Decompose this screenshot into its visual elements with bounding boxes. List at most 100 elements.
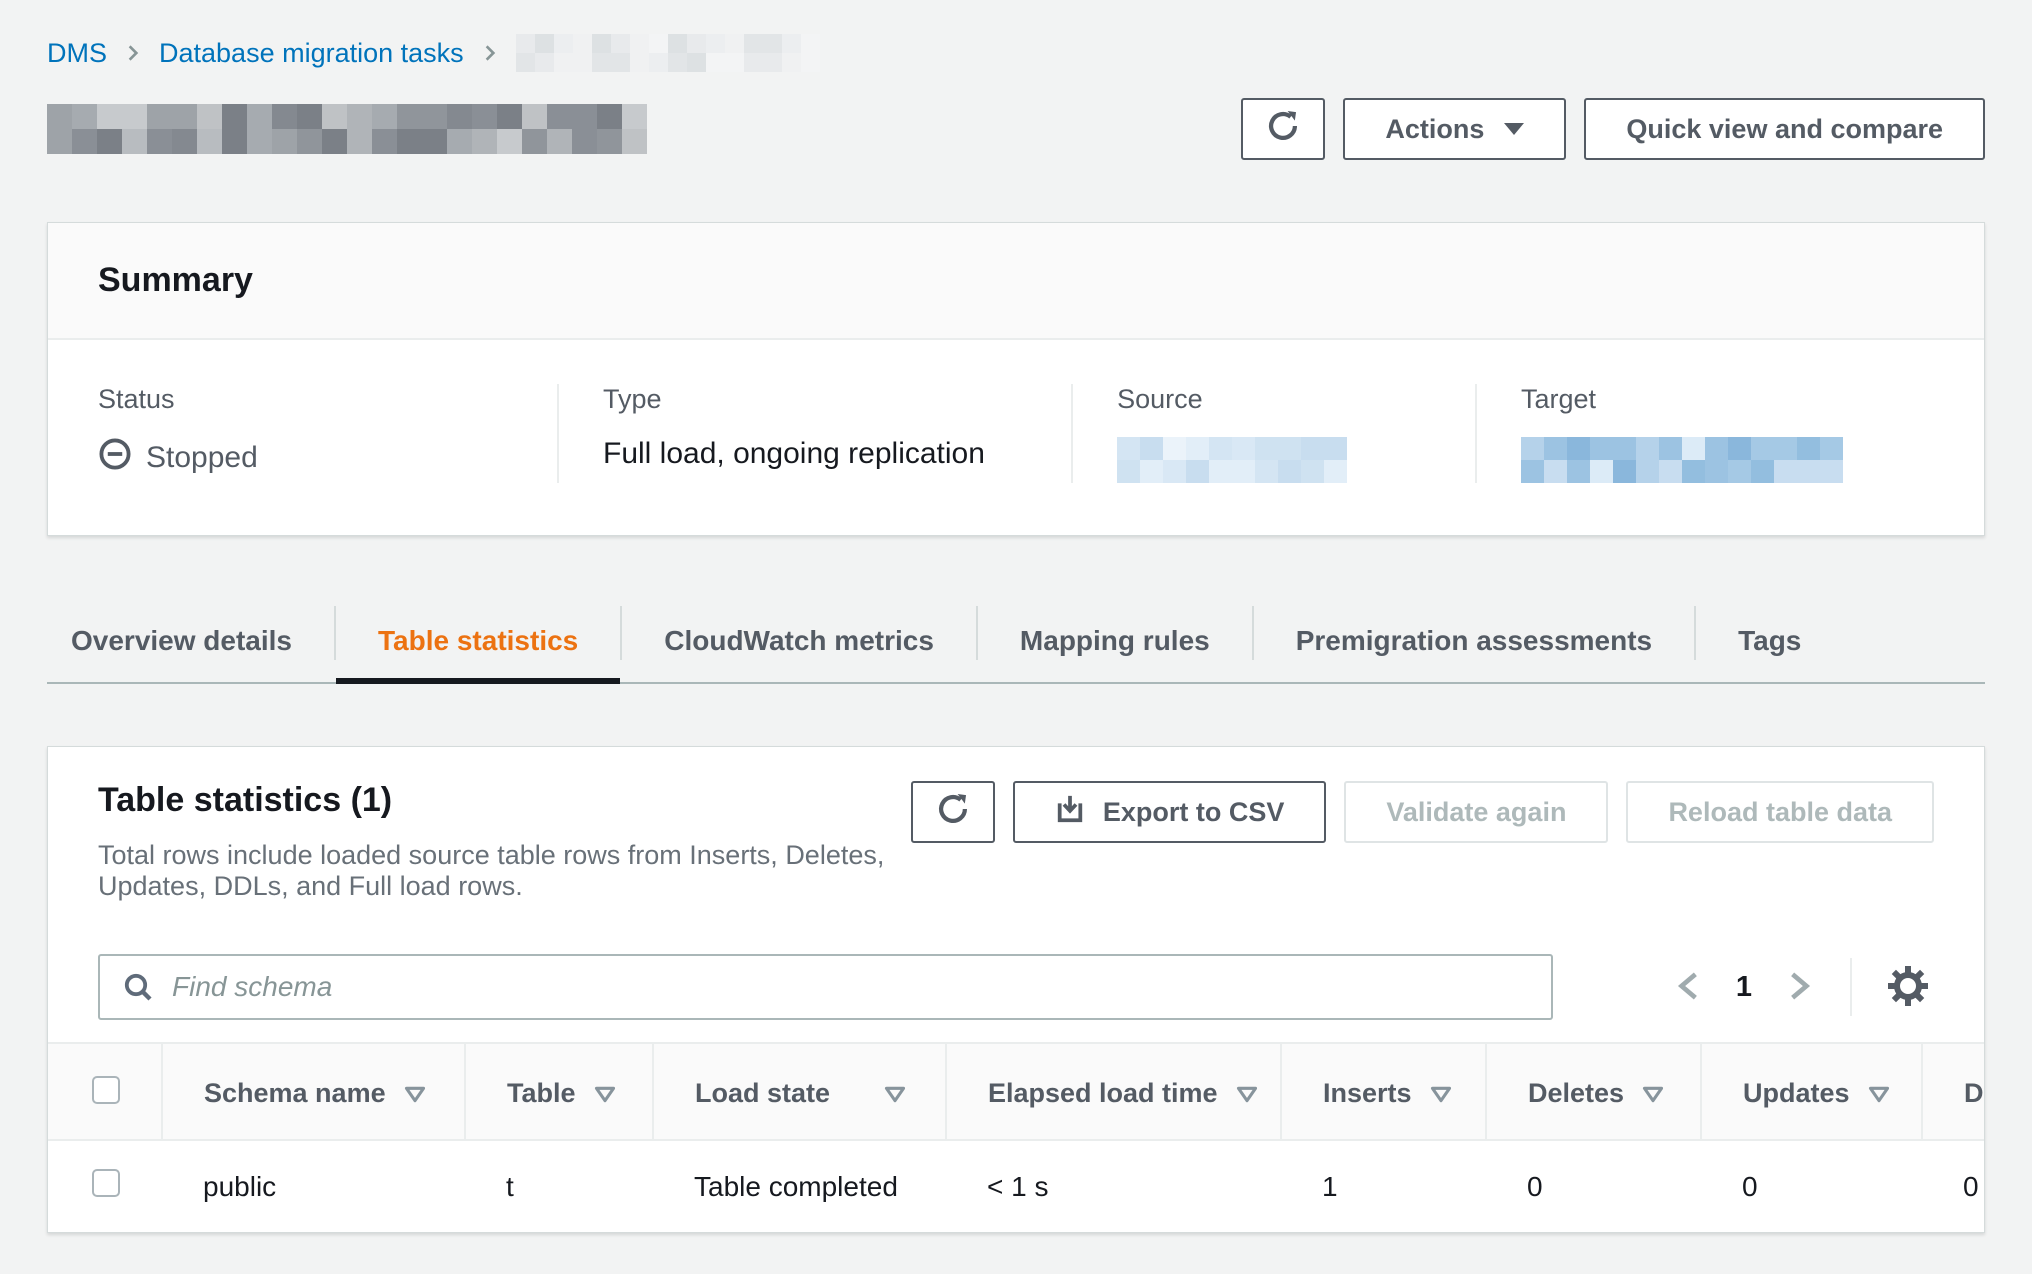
redacted-task-name-breadcrumb: [516, 34, 820, 72]
sort-icon: [404, 1086, 426, 1103]
tab-mapping-rules[interactable]: Mapping rules: [978, 600, 1252, 682]
column-header-updates[interactable]: Updates: [1701, 1043, 1922, 1140]
column-header-inserts[interactable]: Inserts: [1281, 1043, 1486, 1140]
redacted-target-endpoint: [1521, 437, 1904, 483]
column-label: Load state: [695, 1078, 830, 1108]
select-all-checkbox[interactable]: [92, 1076, 120, 1104]
summary-field-type: Type Full load, ongoing replication: [557, 384, 1071, 483]
type-value: Full load, ongoing replication: [603, 437, 1041, 471]
table-statistics-actions: Export to CSV Validate again Reload tabl…: [911, 781, 1934, 843]
column-header-ddls[interactable]: DDLs: [1922, 1043, 1984, 1140]
status-label: Status: [98, 384, 527, 415]
cell-load-state: Table completed: [653, 1140, 946, 1232]
validate-again-button[interactable]: Validate again: [1344, 781, 1608, 843]
schema-search: [98, 954, 1553, 1020]
type-label: Type: [603, 384, 1041, 415]
table-statistics-header: Table statistics (1) Total rows include …: [48, 747, 1984, 902]
reload-table-data-button[interactable]: Reload table data: [1626, 781, 1934, 843]
sort-icon: [1236, 1086, 1258, 1103]
sort-icon: [594, 1086, 616, 1103]
cell-inserts: 1: [1281, 1140, 1486, 1232]
dms-task-page: DMS Database migration tasks Actions: [0, 0, 2032, 1233]
status-stopped-icon: [98, 437, 132, 479]
chevron-right-icon: [480, 43, 500, 63]
page-header: Actions Quick view and compare: [47, 98, 1985, 160]
redacted-page-title: [47, 104, 647, 154]
column-header-deletes[interactable]: Deletes: [1486, 1043, 1701, 1140]
chevron-right-icon: [123, 43, 143, 63]
header-actions: Actions Quick view and compare: [1241, 98, 1985, 160]
toolbar-divider: [1850, 958, 1852, 1016]
column-header-elapsed-load-time[interactable]: Elapsed load time: [946, 1043, 1281, 1140]
column-header-schema-name[interactable]: Schema name: [162, 1043, 465, 1140]
tab-label: Mapping rules: [1020, 625, 1210, 657]
column-header-load-state[interactable]: Load state: [653, 1043, 946, 1140]
tab-label: CloudWatch metrics: [664, 625, 934, 657]
find-schema-input[interactable]: [98, 954, 1553, 1020]
status-text: Stopped: [146, 441, 258, 475]
tab-label: Table statistics: [378, 625, 578, 657]
cell-deletes: 0: [1486, 1140, 1701, 1232]
actions-button[interactable]: Actions: [1343, 98, 1566, 160]
refresh-icon: [1266, 109, 1300, 150]
table-statistics-title: Table statistics (1): [98, 781, 911, 820]
cell-updates: 0: [1701, 1140, 1922, 1232]
row-checkbox[interactable]: [92, 1169, 120, 1197]
column-label: Schema name: [204, 1078, 386, 1108]
sort-icon: [884, 1086, 906, 1103]
export-to-csv-button[interactable]: Export to CSV: [1013, 781, 1327, 843]
sort-icon: [1868, 1086, 1890, 1103]
table-statistics-table: Schema name Table Load state Elapsed loa…: [48, 1042, 1984, 1232]
tab-premigration-assessments[interactable]: Premigration assessments: [1254, 600, 1694, 682]
column-label: Inserts: [1323, 1078, 1412, 1108]
tab-label: Premigration assessments: [1296, 625, 1652, 657]
search-icon: [122, 971, 154, 1010]
target-label: Target: [1521, 384, 1904, 415]
next-page-button[interactable]: [1778, 963, 1820, 1012]
table-toolbar: 1: [48, 954, 1984, 1020]
refresh-button[interactable]: [1241, 98, 1325, 160]
pagination: 1: [1668, 958, 1934, 1016]
column-label: Deletes: [1528, 1078, 1624, 1108]
reload-label: Reload table data: [1668, 797, 1892, 828]
download-icon: [1055, 794, 1085, 831]
column-label: Table: [507, 1078, 576, 1108]
source-label: Source: [1117, 384, 1445, 415]
column-label: Elapsed load time: [988, 1078, 1218, 1108]
breadcrumb-link-dms[interactable]: DMS: [47, 38, 107, 69]
summary-body: Status Stopped Type Full load, ongoing r…: [48, 340, 1984, 535]
chevron-right-icon: [1784, 969, 1814, 1006]
quick-view-label: Quick view and compare: [1626, 114, 1943, 145]
actions-button-label: Actions: [1385, 114, 1484, 145]
refresh-icon: [936, 792, 970, 833]
table-preferences-button[interactable]: [1882, 960, 1934, 1015]
table-statistics-panel: Table statistics (1) Total rows include …: [47, 746, 1985, 1233]
status-value: Stopped: [98, 437, 527, 479]
summary-field-status: Status Stopped: [98, 384, 557, 483]
previous-page-button[interactable]: [1668, 963, 1710, 1012]
table-statistics-description: Total rows include loaded source table r…: [98, 840, 911, 902]
cell-schema-name: public: [162, 1140, 465, 1232]
table-row: public t Table completed < 1 s 1 0 0 0: [48, 1140, 1984, 1232]
sort-icon: [1430, 1086, 1452, 1103]
caret-down-icon: [1504, 123, 1524, 135]
task-detail-tabs: Overview details Table statistics CloudW…: [47, 600, 1985, 684]
column-label: DDLs: [1964, 1078, 1984, 1108]
quick-view-compare-button[interactable]: Quick view and compare: [1584, 98, 1985, 160]
tab-overview-details[interactable]: Overview details: [47, 600, 334, 682]
column-label: Updates: [1743, 1078, 1850, 1108]
refresh-table-button[interactable]: [911, 781, 995, 843]
breadcrumb: DMS Database migration tasks: [47, 34, 1985, 72]
summary-field-source: Source: [1071, 384, 1475, 483]
export-label: Export to CSV: [1103, 797, 1285, 828]
summary-field-target: Target: [1475, 384, 1934, 483]
breadcrumb-link-tasks[interactable]: Database migration tasks: [159, 38, 464, 69]
tab-cloudwatch-metrics[interactable]: CloudWatch metrics: [622, 600, 976, 682]
tab-table-statistics[interactable]: Table statistics: [336, 600, 620, 682]
current-page-number: 1: [1736, 971, 1752, 1004]
tab-tags[interactable]: Tags: [1696, 600, 1843, 682]
summary-title: Summary: [98, 261, 1934, 300]
column-header-table[interactable]: Table: [465, 1043, 653, 1140]
tab-label: Tags: [1738, 625, 1801, 657]
tab-label: Overview details: [71, 625, 292, 657]
